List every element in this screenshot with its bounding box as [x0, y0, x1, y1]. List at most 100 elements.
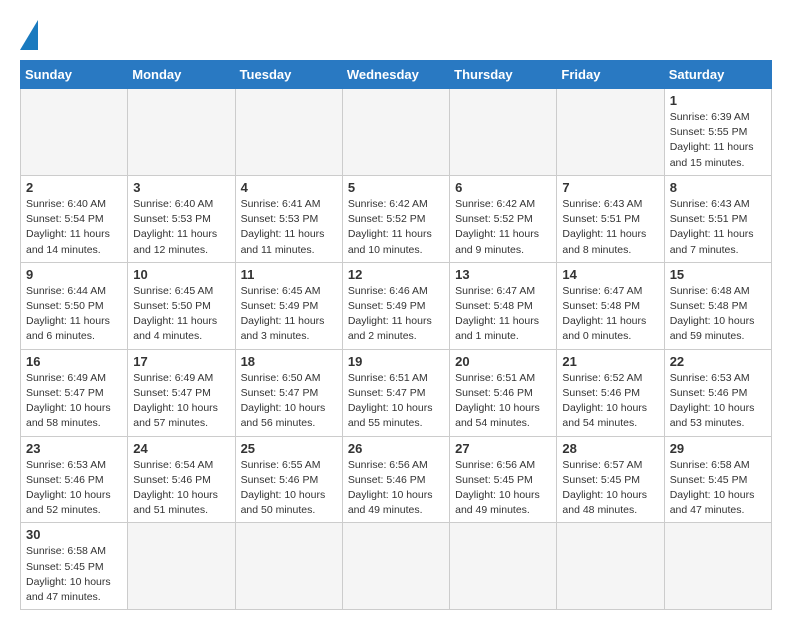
calendar-day: 7 Sunrise: 6:43 AM Sunset: 5:51 PM Daylig…: [557, 175, 664, 262]
calendar-day: [557, 89, 664, 176]
day-number: 19: [348, 354, 444, 369]
day-info: Sunrise: 6:45 AM Sunset: 5:49 PM Dayligh…: [241, 284, 337, 345]
day-info: Sunrise: 6:41 AM Sunset: 5:53 PM Dayligh…: [241, 197, 337, 258]
day-info: Sunrise: 6:56 AM Sunset: 5:45 PM Dayligh…: [455, 458, 551, 519]
calendar-day: 5Sunrise: 6:42 AM Sunset: 5:52 PM Daylig…: [342, 175, 449, 262]
calendar-day: [21, 89, 128, 176]
calendar-day: 24Sunrise: 6:54 AM Sunset: 5:46 PM Dayli…: [128, 436, 235, 523]
day-number: 12: [348, 267, 444, 282]
calendar-day: 28 Sunrise: 6:57 AM Sunset: 5:45 PM Dayli…: [557, 436, 664, 523]
calendar-day: [664, 523, 771, 610]
day-number: 4: [241, 180, 337, 195]
day-info: Sunrise: 6:39 AM Sunset: 5:55 PM Dayligh…: [670, 110, 766, 171]
day-number: 27: [455, 441, 551, 456]
day-info: Sunrise: 6:56 AM Sunset: 5:46 PM Dayligh…: [348, 458, 444, 519]
weekday-header: Tuesday: [235, 61, 342, 89]
day-info: Sunrise: 6:53 AM Sunset: 5:46 PM Dayligh…: [26, 458, 122, 519]
calendar-day: 21 Sunrise: 6:52 AM Sunset: 5:46 PM Dayli…: [557, 349, 664, 436]
logo: [20, 20, 44, 50]
day-info: Sunrise: 6:49 AM Sunset: 5:47 PM Dayligh…: [133, 371, 229, 432]
day-number: 14: [562, 267, 658, 282]
day-number: 7: [562, 180, 658, 195]
calendar-day: 8Sunrise: 6:43 AM Sunset: 5:51 PM Daylig…: [664, 175, 771, 262]
day-number: 18: [241, 354, 337, 369]
day-info: Sunrise: 6:48 AM Sunset: 5:48 PM Dayligh…: [670, 284, 766, 345]
day-info: Sunrise: 6:47 AM Sunset: 5:48 PM Dayligh…: [562, 284, 658, 345]
logo-icon: [20, 20, 38, 50]
calendar-row: 23 Sunrise: 6:53 AM Sunset: 5:46 PM Dayli…: [21, 436, 772, 523]
day-number: 3: [133, 180, 229, 195]
calendar-header-row: SundayMondayTuesdayWednesdayThursdayFrid…: [21, 61, 772, 89]
calendar-day: 10 Sunrise: 6:45 AM Sunset: 5:50 PM Dayli…: [128, 262, 235, 349]
calendar-day: 11 Sunrise: 6:45 AM Sunset: 5:49 PM Dayli…: [235, 262, 342, 349]
day-info: Sunrise: 6:57 AM Sunset: 5:45 PM Dayligh…: [562, 458, 658, 519]
calendar-row: 1Sunrise: 6:39 AM Sunset: 5:55 PM Daylig…: [21, 89, 772, 176]
calendar-day: [128, 523, 235, 610]
weekday-header: Friday: [557, 61, 664, 89]
calendar-day: [557, 523, 664, 610]
day-info: Sunrise: 6:51 AM Sunset: 5:47 PM Dayligh…: [348, 371, 444, 432]
day-number: 20: [455, 354, 551, 369]
calendar-day: [342, 89, 449, 176]
day-info: Sunrise: 6:40 AM Sunset: 5:53 PM Dayligh…: [133, 197, 229, 258]
day-number: 15: [670, 267, 766, 282]
day-number: 28: [562, 441, 658, 456]
weekday-header: Monday: [128, 61, 235, 89]
day-info: Sunrise: 6:58 AM Sunset: 5:45 PM Dayligh…: [670, 458, 766, 519]
day-number: 22: [670, 354, 766, 369]
day-info: Sunrise: 6:47 AM Sunset: 5:48 PM Dayligh…: [455, 284, 551, 345]
day-info: Sunrise: 6:51 AM Sunset: 5:46 PM Dayligh…: [455, 371, 551, 432]
day-info: Sunrise: 6:49 AM Sunset: 5:47 PM Dayligh…: [26, 371, 122, 432]
day-info: Sunrise: 6:43 AM Sunset: 5:51 PM Dayligh…: [562, 197, 658, 258]
day-info: Sunrise: 6:50 AM Sunset: 5:47 PM Dayligh…: [241, 371, 337, 432]
weekday-header: Thursday: [450, 61, 557, 89]
day-info: Sunrise: 6:45 AM Sunset: 5:50 PM Dayligh…: [133, 284, 229, 345]
calendar-day: 25Sunrise: 6:55 AM Sunset: 5:46 PM Dayli…: [235, 436, 342, 523]
calendar-day: 16Sunrise: 6:49 AM Sunset: 5:47 PM Dayli…: [21, 349, 128, 436]
day-number: 17: [133, 354, 229, 369]
day-info: Sunrise: 6:44 AM Sunset: 5:50 PM Dayligh…: [26, 284, 122, 345]
day-number: 26: [348, 441, 444, 456]
day-info: Sunrise: 6:52 AM Sunset: 5:46 PM Dayligh…: [562, 371, 658, 432]
calendar-day: 30 Sunrise: 6:58 AM Sunset: 5:45 PM Dayli…: [21, 523, 128, 610]
calendar-day: 2 Sunrise: 6:40 AM Sunset: 5:54 PM Daylig…: [21, 175, 128, 262]
day-info: Sunrise: 6:54 AM Sunset: 5:46 PM Dayligh…: [133, 458, 229, 519]
calendar-table: SundayMondayTuesdayWednesdayThursdayFrid…: [20, 60, 772, 610]
calendar-day: [235, 523, 342, 610]
weekday-header: Sunday: [21, 61, 128, 89]
day-info: Sunrise: 6:58 AM Sunset: 5:45 PM Dayligh…: [26, 544, 122, 605]
calendar-day: 15 Sunrise: 6:48 AM Sunset: 5:48 PM Dayli…: [664, 262, 771, 349]
calendar-row: 30 Sunrise: 6:58 AM Sunset: 5:45 PM Dayli…: [21, 523, 772, 610]
calendar-day: [342, 523, 449, 610]
day-number: 13: [455, 267, 551, 282]
calendar-day: 3 Sunrise: 6:40 AM Sunset: 5:53 PM Daylig…: [128, 175, 235, 262]
calendar-day: 26 Sunrise: 6:56 AM Sunset: 5:46 PM Dayli…: [342, 436, 449, 523]
calendar-day: 20 Sunrise: 6:51 AM Sunset: 5:46 PM Dayli…: [450, 349, 557, 436]
calendar-day: [128, 89, 235, 176]
calendar-day: 18 Sunrise: 6:50 AM Sunset: 5:47 PM Dayli…: [235, 349, 342, 436]
calendar-day: 9Sunrise: 6:44 AM Sunset: 5:50 PM Daylig…: [21, 262, 128, 349]
calendar-day: 23 Sunrise: 6:53 AM Sunset: 5:46 PM Dayli…: [21, 436, 128, 523]
calendar-day: [450, 89, 557, 176]
day-number: 6: [455, 180, 551, 195]
day-number: 11: [241, 267, 337, 282]
day-number: 23: [26, 441, 122, 456]
day-info: Sunrise: 6:53 AM Sunset: 5:46 PM Dayligh…: [670, 371, 766, 432]
day-number: 10: [133, 267, 229, 282]
calendar-row: 2 Sunrise: 6:40 AM Sunset: 5:54 PM Daylig…: [21, 175, 772, 262]
day-info: Sunrise: 6:40 AM Sunset: 5:54 PM Dayligh…: [26, 197, 122, 258]
calendar-day: 19 Sunrise: 6:51 AM Sunset: 5:47 PM Dayli…: [342, 349, 449, 436]
day-number: 2: [26, 180, 122, 195]
weekday-header: Saturday: [664, 61, 771, 89]
day-number: 21: [562, 354, 658, 369]
day-info: Sunrise: 6:43 AM Sunset: 5:51 PM Dayligh…: [670, 197, 766, 258]
calendar-row: 16Sunrise: 6:49 AM Sunset: 5:47 PM Dayli…: [21, 349, 772, 436]
day-number: 30: [26, 527, 122, 542]
day-number: 5: [348, 180, 444, 195]
day-number: 29: [670, 441, 766, 456]
calendar-day: [450, 523, 557, 610]
day-info: Sunrise: 6:55 AM Sunset: 5:46 PM Dayligh…: [241, 458, 337, 519]
page-header: [20, 20, 772, 50]
calendar-day: 6Sunrise: 6:42 AM Sunset: 5:52 PM Daylig…: [450, 175, 557, 262]
day-info: Sunrise: 6:46 AM Sunset: 5:49 PM Dayligh…: [348, 284, 444, 345]
